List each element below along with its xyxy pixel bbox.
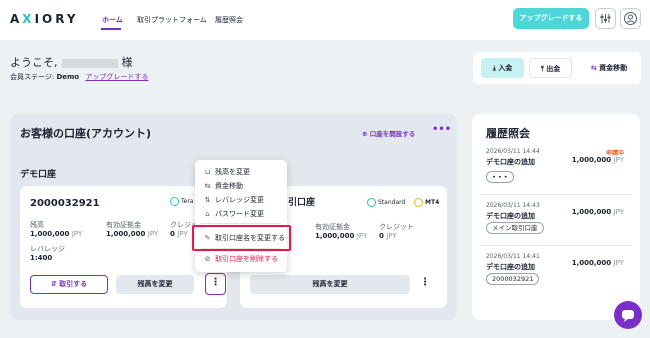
menu-divider	[201, 223, 281, 224]
account-type-chip: Standard	[367, 198, 405, 207]
transfer-button[interactable]: ⇆ 資金移動	[581, 58, 637, 78]
sliders-icon	[600, 14, 611, 23]
leverage-value: 1:400	[30, 254, 53, 262]
history-entry-2[interactable]: 2026/03/11 14:43 デモ口座の追加 1,000,000 JPY メ…	[486, 202, 632, 242]
upload-icon: ⤒	[540, 65, 544, 73]
lock-icon: ⌂	[205, 210, 210, 218]
welcome-message: ようこそ, 様	[10, 56, 133, 69]
chat-button[interactable]	[614, 301, 642, 329]
top-header: AXIORY ホーム 取引プラットフォーム 履歴照会 アップグレードする	[0, 0, 650, 40]
mt4-icon	[414, 198, 423, 207]
margin-value: 1,000,000 JPY	[315, 232, 368, 240]
history-tag: 2000032921	[486, 273, 540, 285]
withdraw-button[interactable]: ⤒ 出金	[529, 58, 572, 78]
platform-chip: Tera	[170, 197, 193, 206]
menu-leverage[interactable]: ⇅ レバレッジ変更	[203, 195, 264, 205]
history-entry-3[interactable]: 2026/03/11 14:41 デモ口座の追加 1,000,000 JPY 2…	[486, 253, 632, 293]
change-balance-button[interactable]: 残高を変更	[250, 275, 410, 294]
highlight-box	[192, 225, 291, 251]
balance-value: 1,000,000 JPY	[30, 230, 83, 238]
amount: 1,000,000 JPY	[571, 208, 624, 216]
account-actions-menu: ⊔ 残高を変更 ⇆ 資金移動 ⇅ レバレッジ変更 ⌂ パスワード変更 ✎ 取引口座名を変更…	[195, 160, 287, 272]
amount: 1,000,000 JPY	[571, 156, 624, 164]
demo-account-title: デモ口座	[20, 170, 57, 180]
nav-trading-platform[interactable]: 取引プラットフォーム	[137, 15, 207, 25]
account-name: 引口座	[288, 198, 316, 208]
nav-home[interactable]: ホーム	[102, 15, 123, 25]
member-stage: 会員ステージ: Demo アップグレードする	[10, 73, 149, 81]
nav-history[interactable]: 履歴照会	[215, 15, 243, 25]
plus-circle-icon: ⊕	[362, 130, 368, 138]
chat-icon	[622, 310, 634, 322]
ban-icon: ⊘	[204, 255, 211, 263]
amount: 1,000,000 JPY	[571, 259, 624, 267]
logo[interactable]: AXIORY	[10, 12, 79, 26]
upgrade-link[interactable]: アップグレードする	[85, 73, 148, 81]
history-section: 履歴照会 2026/03/11 14:44 デモ口座の追加 申請中 1,000,…	[472, 114, 640, 320]
change-balance-button[interactable]: 残高を変更	[116, 275, 194, 294]
download-icon: ⤓	[492, 64, 496, 72]
credit-value: 0 JPY	[170, 230, 188, 238]
deposit-button[interactable]: ⤓ 入金	[481, 58, 524, 78]
accounts-more-icon[interactable]: •••	[432, 124, 451, 135]
account-more-button[interactable]: ⋮	[205, 273, 226, 295]
transfer-icon: ⇆	[590, 64, 597, 72]
upgrade-button[interactable]: アップグレードする	[513, 8, 589, 29]
platform-icon	[170, 197, 179, 206]
menu-change-balance[interactable]: ⊔ 残高を変更	[203, 167, 250, 177]
quick-actions: ⤓ 入金 ⤒ 出金 ⇆ 資金移動	[473, 52, 641, 84]
menu-transfer[interactable]: ⇆ 資金移動	[203, 181, 243, 191]
credit-value: 0 JPY	[379, 232, 397, 240]
standard-icon	[367, 198, 376, 207]
user-icon	[624, 12, 637, 25]
accounts-title: お客様の口座(アカウント)	[20, 127, 152, 140]
history-title: 履歴照会	[486, 127, 530, 140]
account-more-button[interactable]: ⋮	[420, 277, 430, 288]
trade-button[interactable]: ⇵ 取引する	[30, 275, 108, 294]
settings-button[interactable]	[595, 8, 616, 29]
history-divider	[480, 245, 632, 246]
trade-icon: ⇵	[50, 280, 57, 288]
margin-value: 1,000,000 JPY	[106, 230, 159, 238]
history-divider	[480, 194, 632, 195]
open-account-link[interactable]: ⊕ 口座を開設する	[362, 128, 415, 138]
masked-username	[61, 58, 118, 68]
nav-active-indicator	[101, 28, 121, 30]
transfer-icon: ⇆	[204, 182, 211, 190]
leverage-icon: ⇅	[204, 196, 211, 204]
history-tag: • • •	[486, 171, 514, 183]
tray-icon: ⊔	[204, 168, 211, 176]
profile-button[interactable]	[620, 8, 641, 29]
account-number: 2000032921	[30, 198, 100, 209]
menu-password[interactable]: ⌂ パスワード変更	[203, 209, 264, 219]
history-tag: メイン取引口座	[486, 222, 544, 234]
history-entry-1[interactable]: 2026/03/11 14:44 デモ口座の追加 申請中 1,000,000 J…	[486, 148, 632, 188]
platform-chip: MT4	[414, 198, 439, 207]
menu-delete-account[interactable]: ⊘ 取引口座を削除する	[203, 254, 278, 264]
